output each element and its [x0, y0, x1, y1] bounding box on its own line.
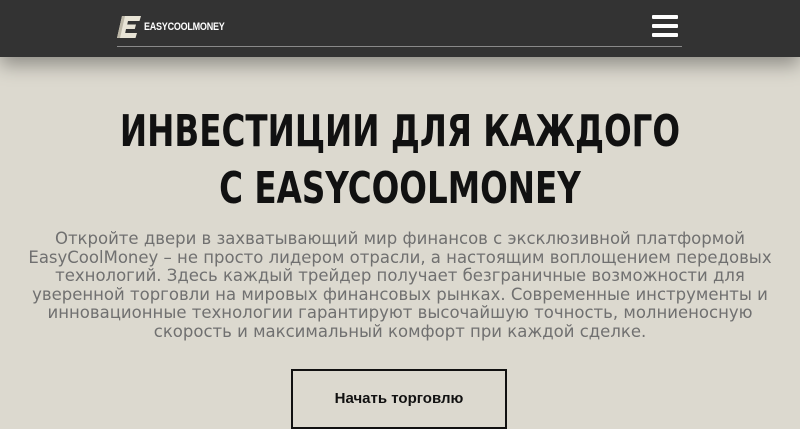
- hero-description-line: уверенной торговли на мировых финансовых…: [32, 284, 768, 304]
- hero-description-line: инновационные технологии гарантируют выс…: [47, 303, 753, 322]
- hero-description-line: Откройте двери в захватывающий мир финан…: [54, 229, 746, 248]
- header-inner: EASYCOOLMONEY: [117, 0, 682, 47]
- hero-description: Откройте двери в захватывающий мир финан…: [20, 229, 780, 341]
- site-header: EASYCOOLMONEY: [0, 0, 800, 57]
- hero-title-line-2: С EASYCOOLMONEY: [219, 163, 581, 214]
- hero-title-line-1: ИНВЕСТИЦИИ ДЛЯ КАЖДОГО: [119, 106, 681, 157]
- site-logo[interactable]: EASYCOOLMONEY: [117, 15, 242, 39]
- hero-title: ИНВЕСТИЦИИ ДЛЯ КАЖДОГО С EASYCOOLMONEY: [104, 103, 696, 217]
- hero-description-line: скорость и максимальный комфорт при кажд…: [153, 321, 647, 341]
- hamburger-menu-icon-bar-bottom: [652, 33, 678, 37]
- logo-text: EASYCOOLMONEY: [144, 21, 225, 33]
- e-letter-logo-icon: [117, 16, 141, 38]
- hero-section: ИНВЕСТИЦИИ ДЛЯ КАЖДОГО С EASYCOOLMONEY О…: [0, 57, 800, 429]
- hero-description-line: технологий. Здесь каждый трейдер получае…: [55, 266, 745, 285]
- hamburger-menu-icon-bar-top: [652, 15, 678, 19]
- start-trading-button[interactable]: Начать торговлю: [291, 369, 507, 429]
- hero-description-line: EasyCoolMoney – не просто лидером отрасл…: [28, 247, 772, 267]
- hamburger-menu-button[interactable]: [652, 15, 678, 37]
- hamburger-menu-icon-bar-middle: [652, 24, 678, 28]
